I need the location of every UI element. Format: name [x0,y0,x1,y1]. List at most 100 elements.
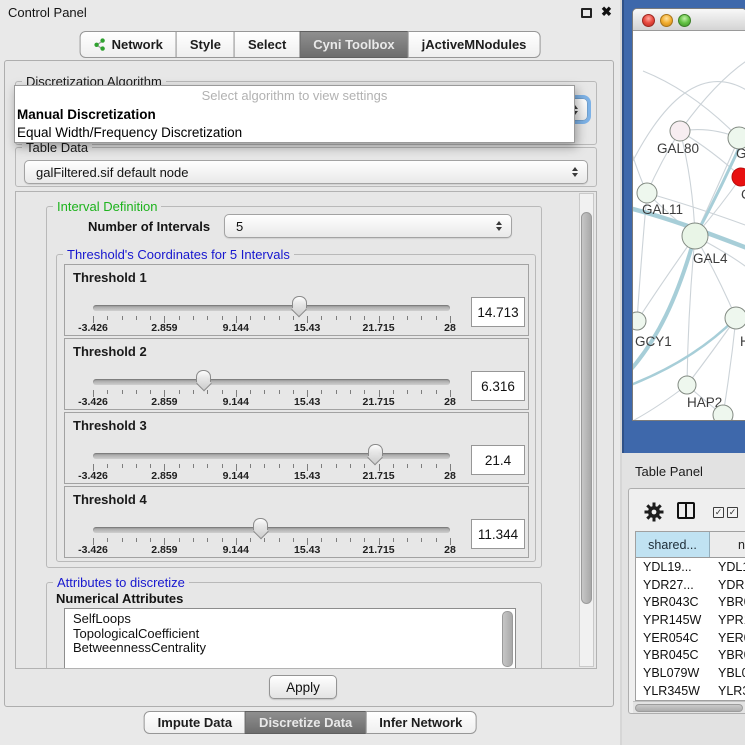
column-header-shared-name[interactable]: shared... [636,532,710,557]
table-row[interactable]: YER054C YER0 [636,629,745,647]
attribute-list-item[interactable]: SelfLoops [65,612,515,627]
cyni-toolbox-panel: Discretization Algorithm Table Data galF… [4,60,614,707]
cell-shared-name: YBL079W [636,666,710,680]
tab-label: jActiveMNodules [422,37,527,52]
network-canvas[interactable]: GAL80GACGAL11GAL4GCY1HHAP2 [633,31,745,421]
gear-icon[interactable] [643,501,665,523]
float-window-icon[interactable] [581,8,592,18]
attribute-list-item[interactable]: BetweennessCentrality [65,641,515,656]
node-table[interactable]: shared... na YDL19... YDL1 YDR27... YDR2… [635,531,745,701]
scrollbar-thumb[interactable] [581,212,592,604]
network-edge [633,111,647,193]
horizontal-scrollbar[interactable] [633,701,745,713]
popup-hint: Select algorithm to view settings [15,86,574,106]
column-header-name[interactable]: na [710,532,745,557]
apply-button[interactable]: Apply [269,675,337,699]
minimize-light-icon[interactable] [660,14,673,27]
network-edge [633,318,736,386]
network-node-hap2[interactable] [678,376,696,394]
tick-label: -3.426 [78,396,108,408]
network-node-h[interactable] [725,307,745,329]
threshold-panel: Threshold 4 -3.4262.8599.14415.4321.7152… [64,486,529,558]
zoom-light-icon[interactable] [678,14,691,27]
threshold-value-field[interactable]: 11.344 [471,519,525,549]
number-of-intervals-combobox[interactable]: 5 [224,214,512,238]
slider-track[interactable] [93,453,450,459]
node-label: GAL4 [693,251,728,266]
scrollbar-thumb[interactable] [635,704,743,712]
tick-label: 15.43 [294,396,320,408]
threshold-value-field[interactable]: 21.4 [471,445,525,475]
network-node-c[interactable] [732,168,745,186]
split-columns-icon[interactable] [677,502,695,519]
tick-label: -3.426 [78,322,108,334]
table-row[interactable]: YBR043C YBR0 [636,593,745,611]
vertical-scrollbar[interactable] [579,193,594,667]
cell-shared-name: YLR345W [636,684,710,698]
tab-style[interactable]: Style [176,31,235,58]
checkbox-icon[interactable]: ✓ [727,507,738,518]
table-data-combobox[interactable]: galFiltered.sif default node [24,160,588,184]
tab-infer-network[interactable]: Infer Network [365,711,476,734]
tab-select[interactable]: Select [234,31,300,58]
tab-label: Discretize Data [259,715,352,730]
close-icon[interactable]: ✖ [601,4,612,20]
table-row[interactable]: YBR045C YBR0 [636,646,745,664]
tick-label: 28 [444,544,456,556]
tab-jactivemnodules[interactable]: jActiveMNodules [408,31,541,58]
popup-option[interactable]: Equal Width/Frequency Discretization [15,124,574,142]
cell-shared-name: YDR27... [636,578,710,592]
list-scrollbar[interactable] [502,611,513,667]
threshold-label: Threshold 1 [73,270,147,285]
cell-shared-name: YBR045C [636,648,710,662]
attribute-list-item[interactable]: TopologicalCoefficient [65,627,515,642]
close-light-icon[interactable] [642,14,655,27]
checkbox-icon[interactable]: ✓ [713,507,724,518]
tab-network[interactable]: Network [80,31,177,58]
network-node-gal4[interactable] [682,223,708,249]
cell-name: YER0 [710,631,745,645]
tick-label: 9.144 [223,470,249,482]
popup-option[interactable]: Manual Discretization [15,106,574,124]
top-tab-bar: Network Style Select Cyni Toolbox [80,31,541,58]
network-edge [633,236,695,376]
threshold-value-field[interactable]: 14.713 [471,297,525,327]
group-title: Threshold's Coordinates for 5 Intervals [63,247,294,262]
network-edge [680,51,745,131]
numerical-attributes-list[interactable]: SelfLoops TopologicalCoefficient Between… [64,608,516,669]
stepper-arrows-icon [572,167,578,177]
tab-label: Network [112,37,163,52]
threshold-value-field[interactable]: 6.316 [471,371,525,401]
cell-name: YBR0 [710,648,745,662]
table-row[interactable]: YDL19... YDL1 [636,558,745,576]
slider-thumb[interactable] [368,444,383,463]
network-node[interactable] [713,405,733,421]
network-node-gal11[interactable] [637,183,657,203]
tab-discretize-data[interactable]: Discretize Data [245,711,366,734]
tick-label: -3.426 [78,544,108,556]
network-node-gcy1[interactable] [633,312,646,330]
tick-label: 21.715 [363,544,395,556]
slider-thumb[interactable] [196,370,211,389]
table-row[interactable]: YBL079W YBL0 [636,664,745,682]
slider-track[interactable] [93,527,450,533]
network-view-window: GAL80GACGAL11GAL4GCY1HHAP2 [632,8,745,421]
cell-shared-name: YDL19... [636,560,710,574]
slider-thumb[interactable] [292,296,307,315]
slider-thumb[interactable] [253,518,268,537]
table-row[interactable]: YPR145W YPR1 [636,611,745,629]
table-row[interactable]: YLR345W YLR3 [636,682,745,700]
slider-track[interactable] [93,305,450,311]
network-node-gal80[interactable] [670,121,690,141]
node-table-panel: ✓ ✓ shared... na YDL19... YDL1 YDR27... … [628,488,745,714]
cell-name: YPR1 [710,613,745,627]
tick-label: 21.715 [363,396,395,408]
network-window-titlebar[interactable] [633,9,745,31]
tick-label: 15.43 [294,470,320,482]
tab-impute-data[interactable]: Impute Data [144,711,246,734]
table-row[interactable]: YDR27... YDR2 [636,576,745,594]
slider-track[interactable] [93,379,450,385]
control-panel: Control Panel ✖ Network Style Select [0,0,620,745]
tab-cyni-toolbox[interactable]: Cyni Toolbox [299,31,408,58]
table-data-group: Table Data galFiltered.sif default node [15,147,597,187]
